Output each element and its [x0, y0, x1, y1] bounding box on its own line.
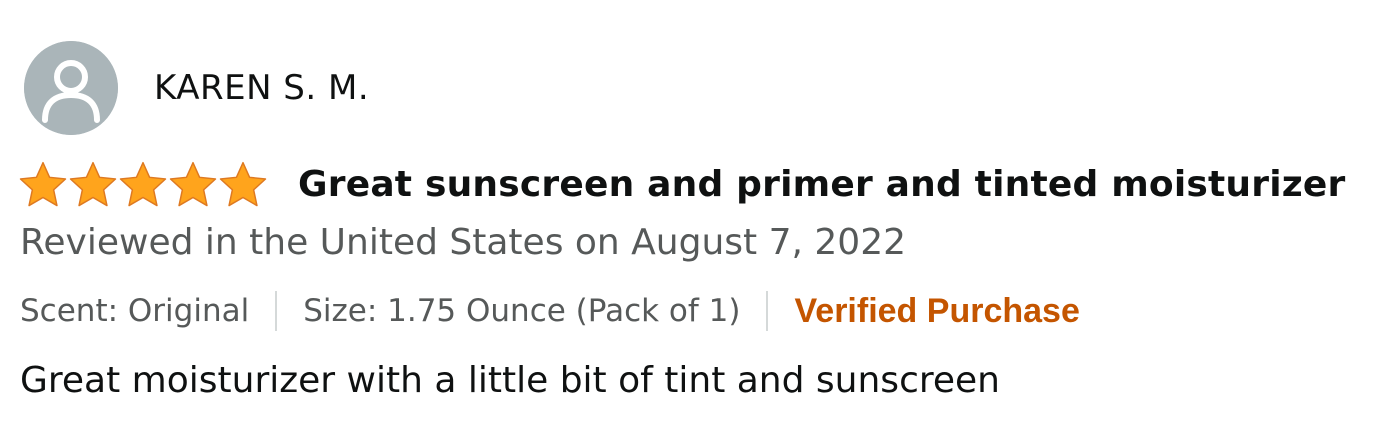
review-body: Great moisturizer with a little bit of t…	[20, 360, 1000, 401]
divider	[275, 291, 278, 331]
customer-review: KAREN S. M. Great sunscreen and primer a…	[0, 0, 1390, 432]
scent-variant[interactable]: Scent: Original	[20, 293, 249, 329]
star-icon	[218, 160, 268, 208]
reviewer-name[interactable]: KAREN S. M.	[154, 68, 369, 108]
verified-purchase-badge: Verified Purchase	[794, 291, 1080, 330]
review-title-row: Great sunscreen and primer and tinted mo…	[18, 154, 1345, 214]
star-icon	[18, 160, 68, 208]
reviewer-profile[interactable]: KAREN S. M.	[24, 41, 369, 135]
default-user-avatar-icon[interactable]	[24, 41, 118, 135]
star-rating[interactable]	[18, 160, 268, 208]
star-icon	[68, 160, 118, 208]
review-date: Reviewed in the United States on August …	[20, 222, 907, 263]
star-icon	[118, 160, 168, 208]
divider	[766, 291, 769, 331]
star-icon	[168, 160, 218, 208]
review-title[interactable]: Great sunscreen and primer and tinted mo…	[298, 164, 1345, 205]
review-format-strip: Scent: Original Size: 1.75 Ounce (Pack o…	[20, 289, 1080, 333]
size-variant[interactable]: Size: 1.75 Ounce (Pack of 1)	[303, 293, 740, 329]
